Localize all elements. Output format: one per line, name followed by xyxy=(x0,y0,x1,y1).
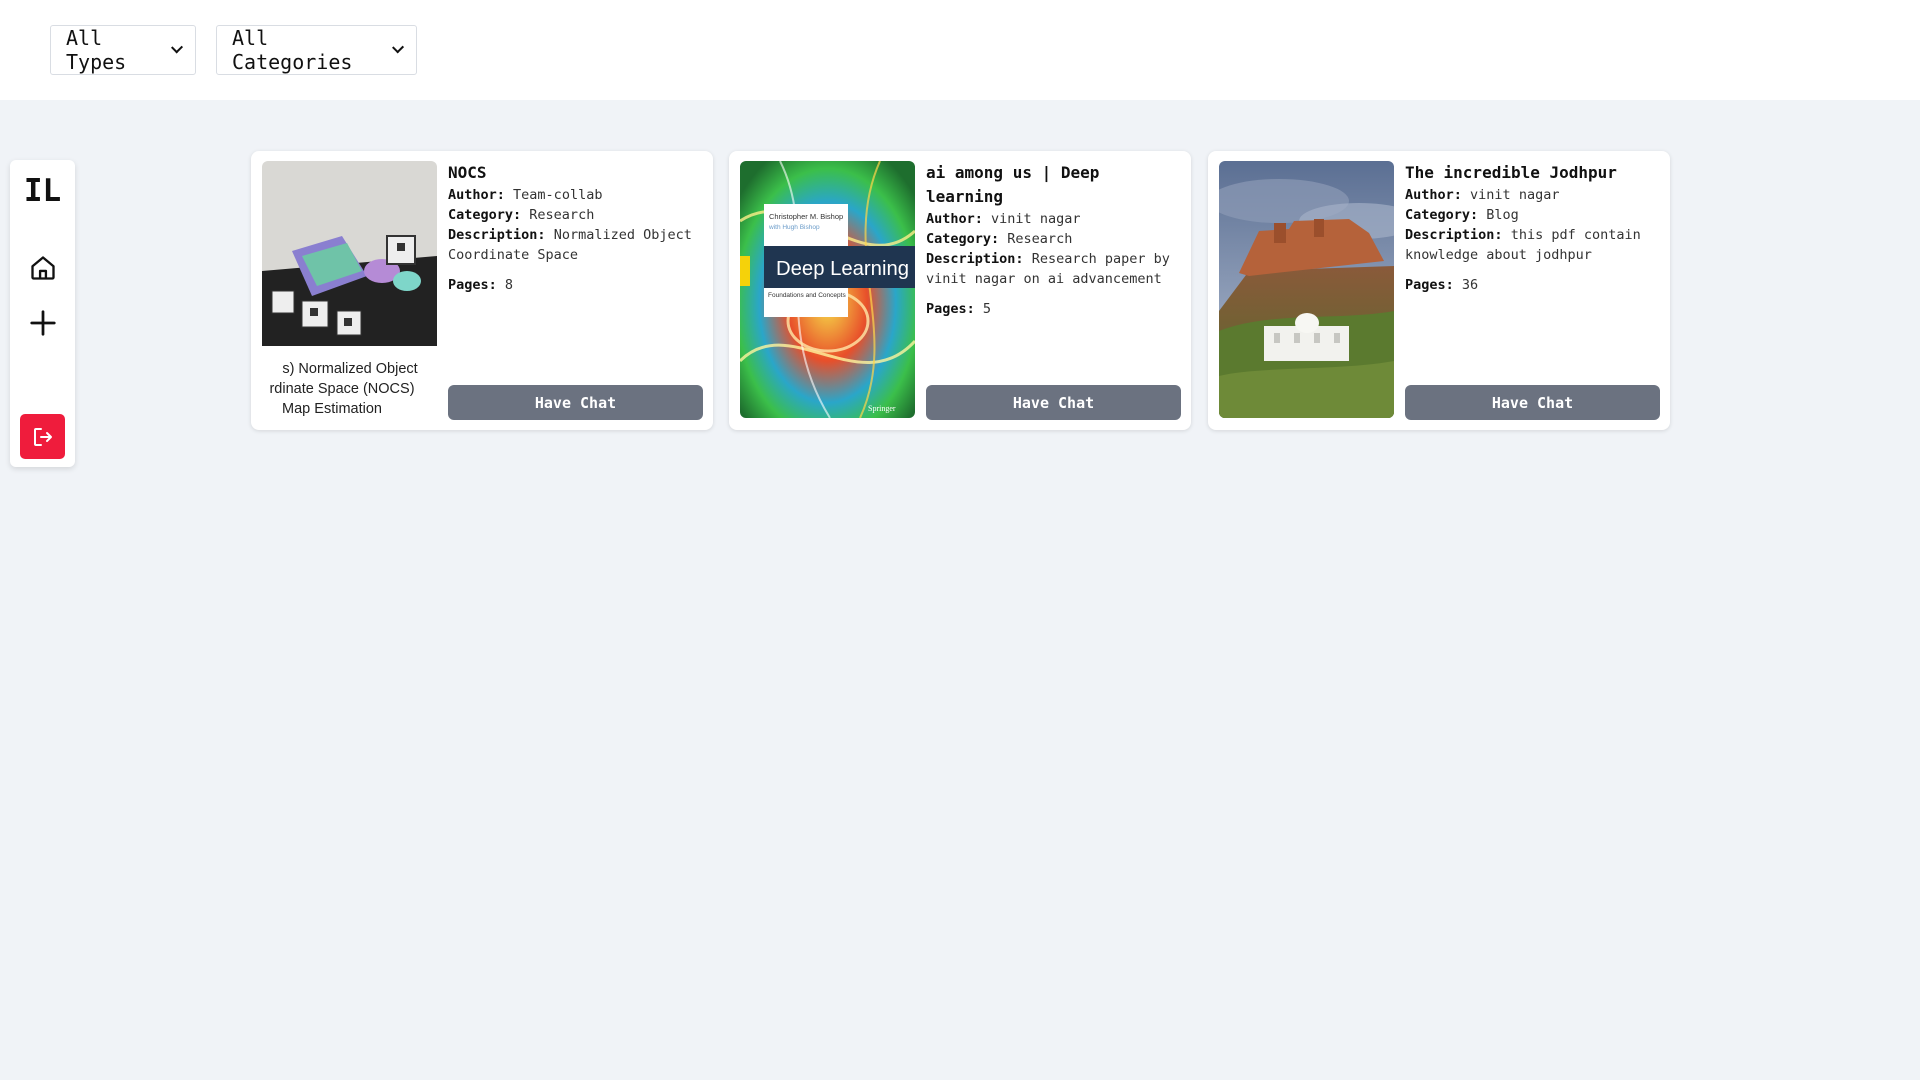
document-title: ai among us | Deep learning xyxy=(926,163,1100,206)
logout-icon xyxy=(33,427,52,446)
document-title: NOCS xyxy=(448,163,487,182)
have-chat-button[interactable]: Have Chat xyxy=(448,385,703,420)
cover-author: Christopher M. Bishop xyxy=(769,212,843,221)
cover-caption: s) Normalized Object xyxy=(282,361,417,377)
document-pages: Pages: 8 xyxy=(448,277,514,293)
sidebar: IL xyxy=(10,160,75,467)
document-card: Christopher M. Bishop with Hugh Bishop D… xyxy=(729,151,1191,430)
document-category: Category: Research xyxy=(926,231,1073,247)
svg-text:rdinate Space (NOCS): rdinate Space (NOCS) xyxy=(269,381,414,397)
document-author: Author: vinit nagar xyxy=(926,211,1081,227)
document-description: Description: Normalized Object Coordinat… xyxy=(448,227,692,263)
have-chat-button[interactable]: Have Chat xyxy=(1405,385,1660,420)
cover-title: Deep Learning xyxy=(776,258,909,280)
document-pages: Pages: 5 xyxy=(926,301,992,317)
document-description: Description: this pdf contain knowledge … xyxy=(1405,227,1641,263)
cover-coauthor: with Hugh Bishop xyxy=(768,224,820,231)
cover-subtitle: Foundations and Concepts xyxy=(768,292,846,299)
document-author: Author: vinit nagar xyxy=(1405,187,1560,203)
document-card: s) Normalized Object rdinate Space (NOCS… xyxy=(251,151,713,430)
have-chat-button[interactable]: Have Chat xyxy=(926,385,1181,420)
document-author: Author: Team-collab xyxy=(448,187,603,203)
document-title: The incredible Jodhpur xyxy=(1405,163,1617,182)
type-filter-value: All Types xyxy=(66,26,127,74)
document-category: Category: Blog xyxy=(1405,207,1519,223)
document-category: Category: Research xyxy=(448,207,595,223)
category-filter-value: All Categories xyxy=(232,26,353,74)
cover-image: Christopher M. Bishop with Hugh Bishop D… xyxy=(740,161,915,418)
document-card: The incredible Jodhpur Author: vinit nag… xyxy=(1208,151,1670,430)
app-logo: IL xyxy=(23,173,62,209)
cover-image: s) Normalized Object rdinate Space (NOCS… xyxy=(262,161,437,418)
document-description: Description: Research paper by vinit nag… xyxy=(926,251,1170,287)
logout-button[interactable] xyxy=(20,414,65,459)
home-icon[interactable] xyxy=(27,252,59,284)
category-filter-select[interactable]: All Categories xyxy=(216,25,417,75)
type-filter-select[interactable]: All Types xyxy=(50,25,196,75)
chevron-down-icon xyxy=(170,41,183,54)
chevron-down-icon xyxy=(391,41,404,54)
plus-icon[interactable] xyxy=(27,307,59,339)
cover-publisher: Springer xyxy=(868,404,896,413)
filter-bar: All Types All Categories xyxy=(0,0,1920,100)
cover-image xyxy=(1219,161,1394,418)
document-pages: Pages: 36 xyxy=(1405,277,1479,293)
svg-text:Map Estimation: Map Estimation xyxy=(282,401,382,417)
